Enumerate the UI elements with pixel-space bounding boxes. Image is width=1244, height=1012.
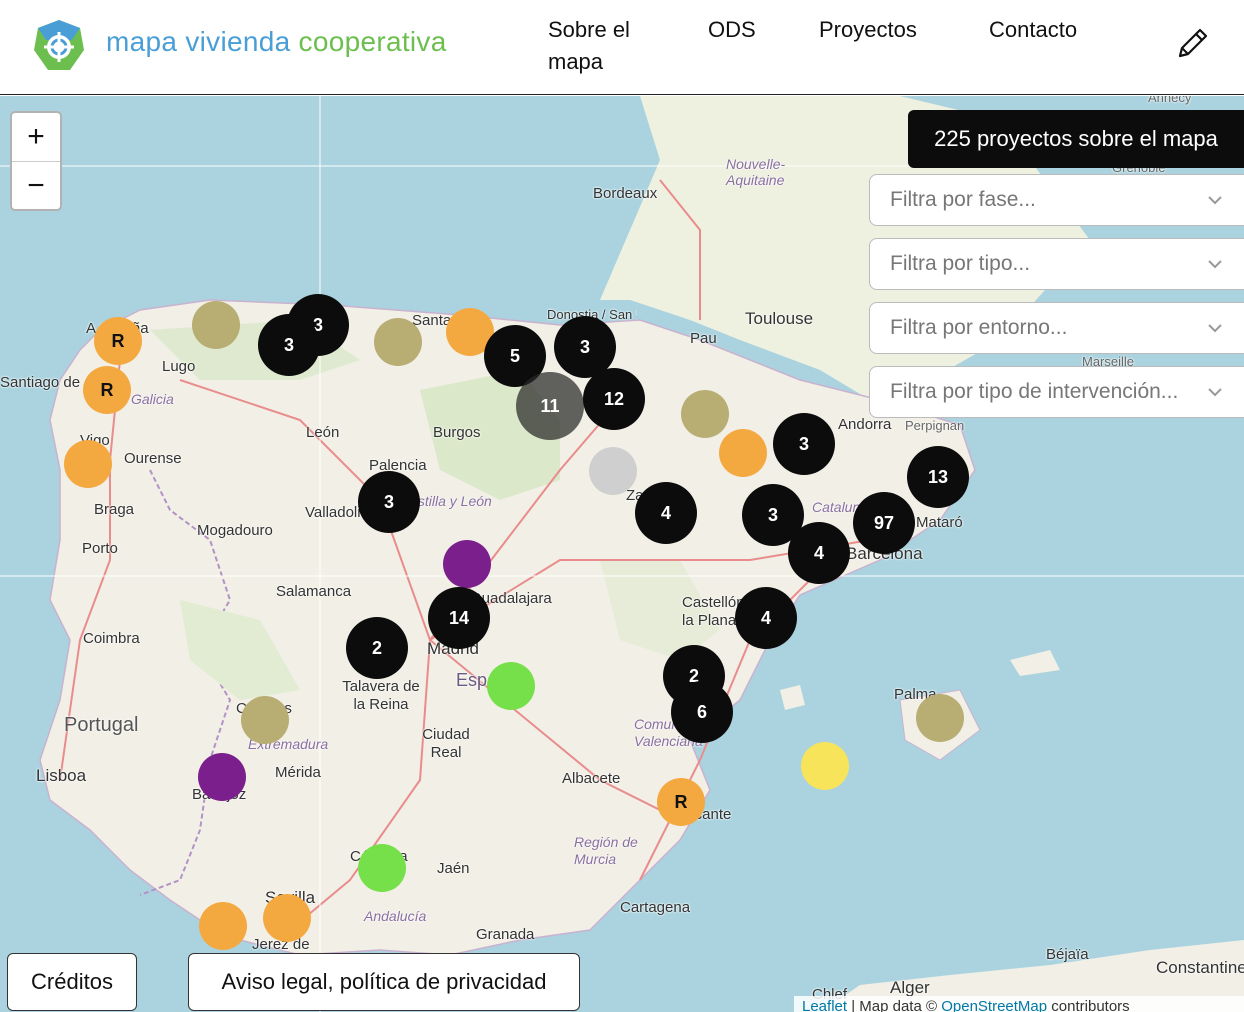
- project-marker[interactable]: [487, 662, 535, 710]
- zoom-out-button[interactable]: −: [12, 161, 60, 210]
- region-label: Región de Murcia: [574, 834, 638, 867]
- attribution-text: | Map data ©: [847, 998, 942, 1012]
- cluster-marker[interactable]: 97: [853, 492, 915, 554]
- nav-ods[interactable]: ODS: [708, 14, 756, 46]
- project-marker[interactable]: [589, 447, 637, 495]
- project-marker[interactable]: [64, 440, 112, 488]
- project-marker[interactable]: [374, 318, 422, 366]
- place-label: Albacete: [562, 770, 621, 787]
- chevron-down-icon: [1208, 260, 1222, 269]
- project-marker[interactable]: R: [83, 366, 131, 414]
- attribution-text-end: contributors: [1047, 998, 1130, 1012]
- place-label: Ciudad Real: [422, 726, 470, 761]
- zoom-control: + −: [10, 111, 62, 211]
- filter-fase-select[interactable]: Filtra por fase...: [869, 174, 1244, 226]
- place-label: Jaén: [437, 860, 470, 877]
- cluster-marker[interactable]: 11: [516, 372, 584, 440]
- map-tiles: [0, 96, 1244, 1012]
- place-label: Pau: [690, 330, 717, 347]
- project-marker[interactable]: [241, 696, 289, 744]
- place-label: Cartagena: [620, 899, 691, 916]
- place-label: Burgos: [433, 424, 481, 441]
- map-attribution: Leaflet | Map data © OpenStreetMap contr…: [794, 996, 1244, 1012]
- osm-link[interactable]: OpenStreetMap: [941, 998, 1047, 1012]
- cluster-marker[interactable]: 4: [735, 587, 797, 649]
- cluster-marker[interactable]: 3: [773, 413, 835, 475]
- place-label: Constantine: [1156, 958, 1244, 977]
- country-label: Portugal: [64, 714, 139, 736]
- nav-proyectos[interactable]: Proyectos: [819, 14, 917, 46]
- filter-placeholder: Filtra por tipo de intervención...: [890, 380, 1179, 403]
- brand-name-part1: mapa vivienda: [106, 26, 299, 57]
- cluster-marker[interactable]: 4: [635, 482, 697, 544]
- pencil-icon[interactable]: [1174, 26, 1210, 62]
- place-label: Granada: [476, 926, 535, 943]
- place-label: Mataró: [916, 514, 963, 531]
- cluster-marker[interactable]: 14: [428, 587, 490, 649]
- nav-contacto[interactable]: Contacto: [989, 14, 1077, 46]
- place-label: Porto: [82, 540, 118, 557]
- map-view[interactable]: Bordeaux Toulouse Pau Donostia / San Seb…: [0, 96, 1244, 1012]
- project-marker[interactable]: [916, 694, 964, 742]
- cluster-marker[interactable]: 6: [671, 681, 733, 743]
- place-label: Santiago de Compostela: [0, 374, 96, 391]
- project-marker[interactable]: R: [94, 317, 142, 365]
- chevron-down-icon: [1208, 196, 1222, 205]
- place-label: Lisboa: [36, 766, 87, 785]
- place-label: León: [306, 424, 340, 441]
- place-label: Bordeaux: [593, 185, 658, 202]
- filter-placeholder: Filtra por entorno...: [890, 316, 1068, 339]
- chevron-down-icon: [1208, 388, 1222, 397]
- site-header: mapa vivienda cooperativa Sobre el mapa …: [0, 0, 1244, 95]
- project-marker[interactable]: [358, 844, 406, 892]
- project-marker[interactable]: [198, 753, 246, 801]
- place-label: Lugo: [162, 358, 196, 375]
- place-label: Perpignan: [905, 418, 965, 433]
- project-marker[interactable]: [199, 902, 247, 950]
- nav-sobre-el-mapa[interactable]: Sobre el mapa: [548, 14, 658, 78]
- cluster-marker[interactable]: 2: [346, 617, 408, 679]
- brand-name[interactable]: mapa vivienda cooperativa: [106, 26, 447, 58]
- place-label: Toulouse: [745, 309, 814, 328]
- place-label: Mérida: [275, 764, 321, 781]
- zoom-in-button[interactable]: +: [12, 113, 60, 161]
- place-label: Salamanca: [276, 583, 352, 600]
- project-marker[interactable]: [801, 742, 849, 790]
- filter-placeholder: Filtra por tipo...: [890, 252, 1031, 275]
- place-label: Ourense: [124, 450, 182, 467]
- place-label: Béjaïa: [1046, 946, 1089, 963]
- place-label: Annecy: [1148, 96, 1192, 105]
- project-marker[interactable]: [719, 429, 767, 477]
- region-label: Nouvelle-Aquitaine: [726, 156, 786, 188]
- place-label: Talavera de la Reina: [342, 678, 420, 713]
- project-marker[interactable]: R: [657, 778, 705, 826]
- place-label: Andorra: [838, 416, 892, 433]
- chevron-down-icon: [1208, 324, 1222, 333]
- place-label: Mogadouro: [197, 522, 273, 539]
- filter-entorno-select[interactable]: Filtra por entorno...: [869, 302, 1244, 354]
- project-marker[interactable]: [263, 894, 311, 942]
- cluster-marker[interactable]: 3: [358, 471, 420, 533]
- cluster-marker[interactable]: 3: [258, 314, 320, 376]
- cluster-marker[interactable]: 12: [583, 368, 645, 430]
- project-marker[interactable]: [192, 301, 240, 349]
- place-label: Coimbra: [83, 630, 140, 647]
- project-marker[interactable]: [681, 390, 729, 438]
- filter-placeholder: Filtra por fase...: [890, 188, 1036, 211]
- legal-button[interactable]: Aviso legal, política de privacidad: [188, 953, 580, 1011]
- region-label: Andalucía: [364, 908, 427, 924]
- credits-button[interactable]: Créditos: [7, 953, 137, 1011]
- brand-name-part2: cooperativa: [298, 26, 447, 57]
- place-label: Alger: [890, 978, 930, 997]
- filter-intervencion-select[interactable]: Filtra por tipo de intervención...: [869, 366, 1244, 418]
- leaflet-link[interactable]: Leaflet: [802, 998, 847, 1012]
- project-marker[interactable]: [443, 540, 491, 588]
- cluster-marker[interactable]: 13: [907, 446, 969, 508]
- filter-tipo-select[interactable]: Filtra por tipo...: [869, 238, 1244, 290]
- region-label: Galicia: [131, 391, 174, 407]
- cluster-marker[interactable]: 4: [788, 522, 850, 584]
- logo-icon[interactable]: [32, 18, 86, 72]
- project-count-badge: 225 proyectos sobre el mapa: [908, 110, 1244, 168]
- place-label: Braga: [94, 501, 135, 518]
